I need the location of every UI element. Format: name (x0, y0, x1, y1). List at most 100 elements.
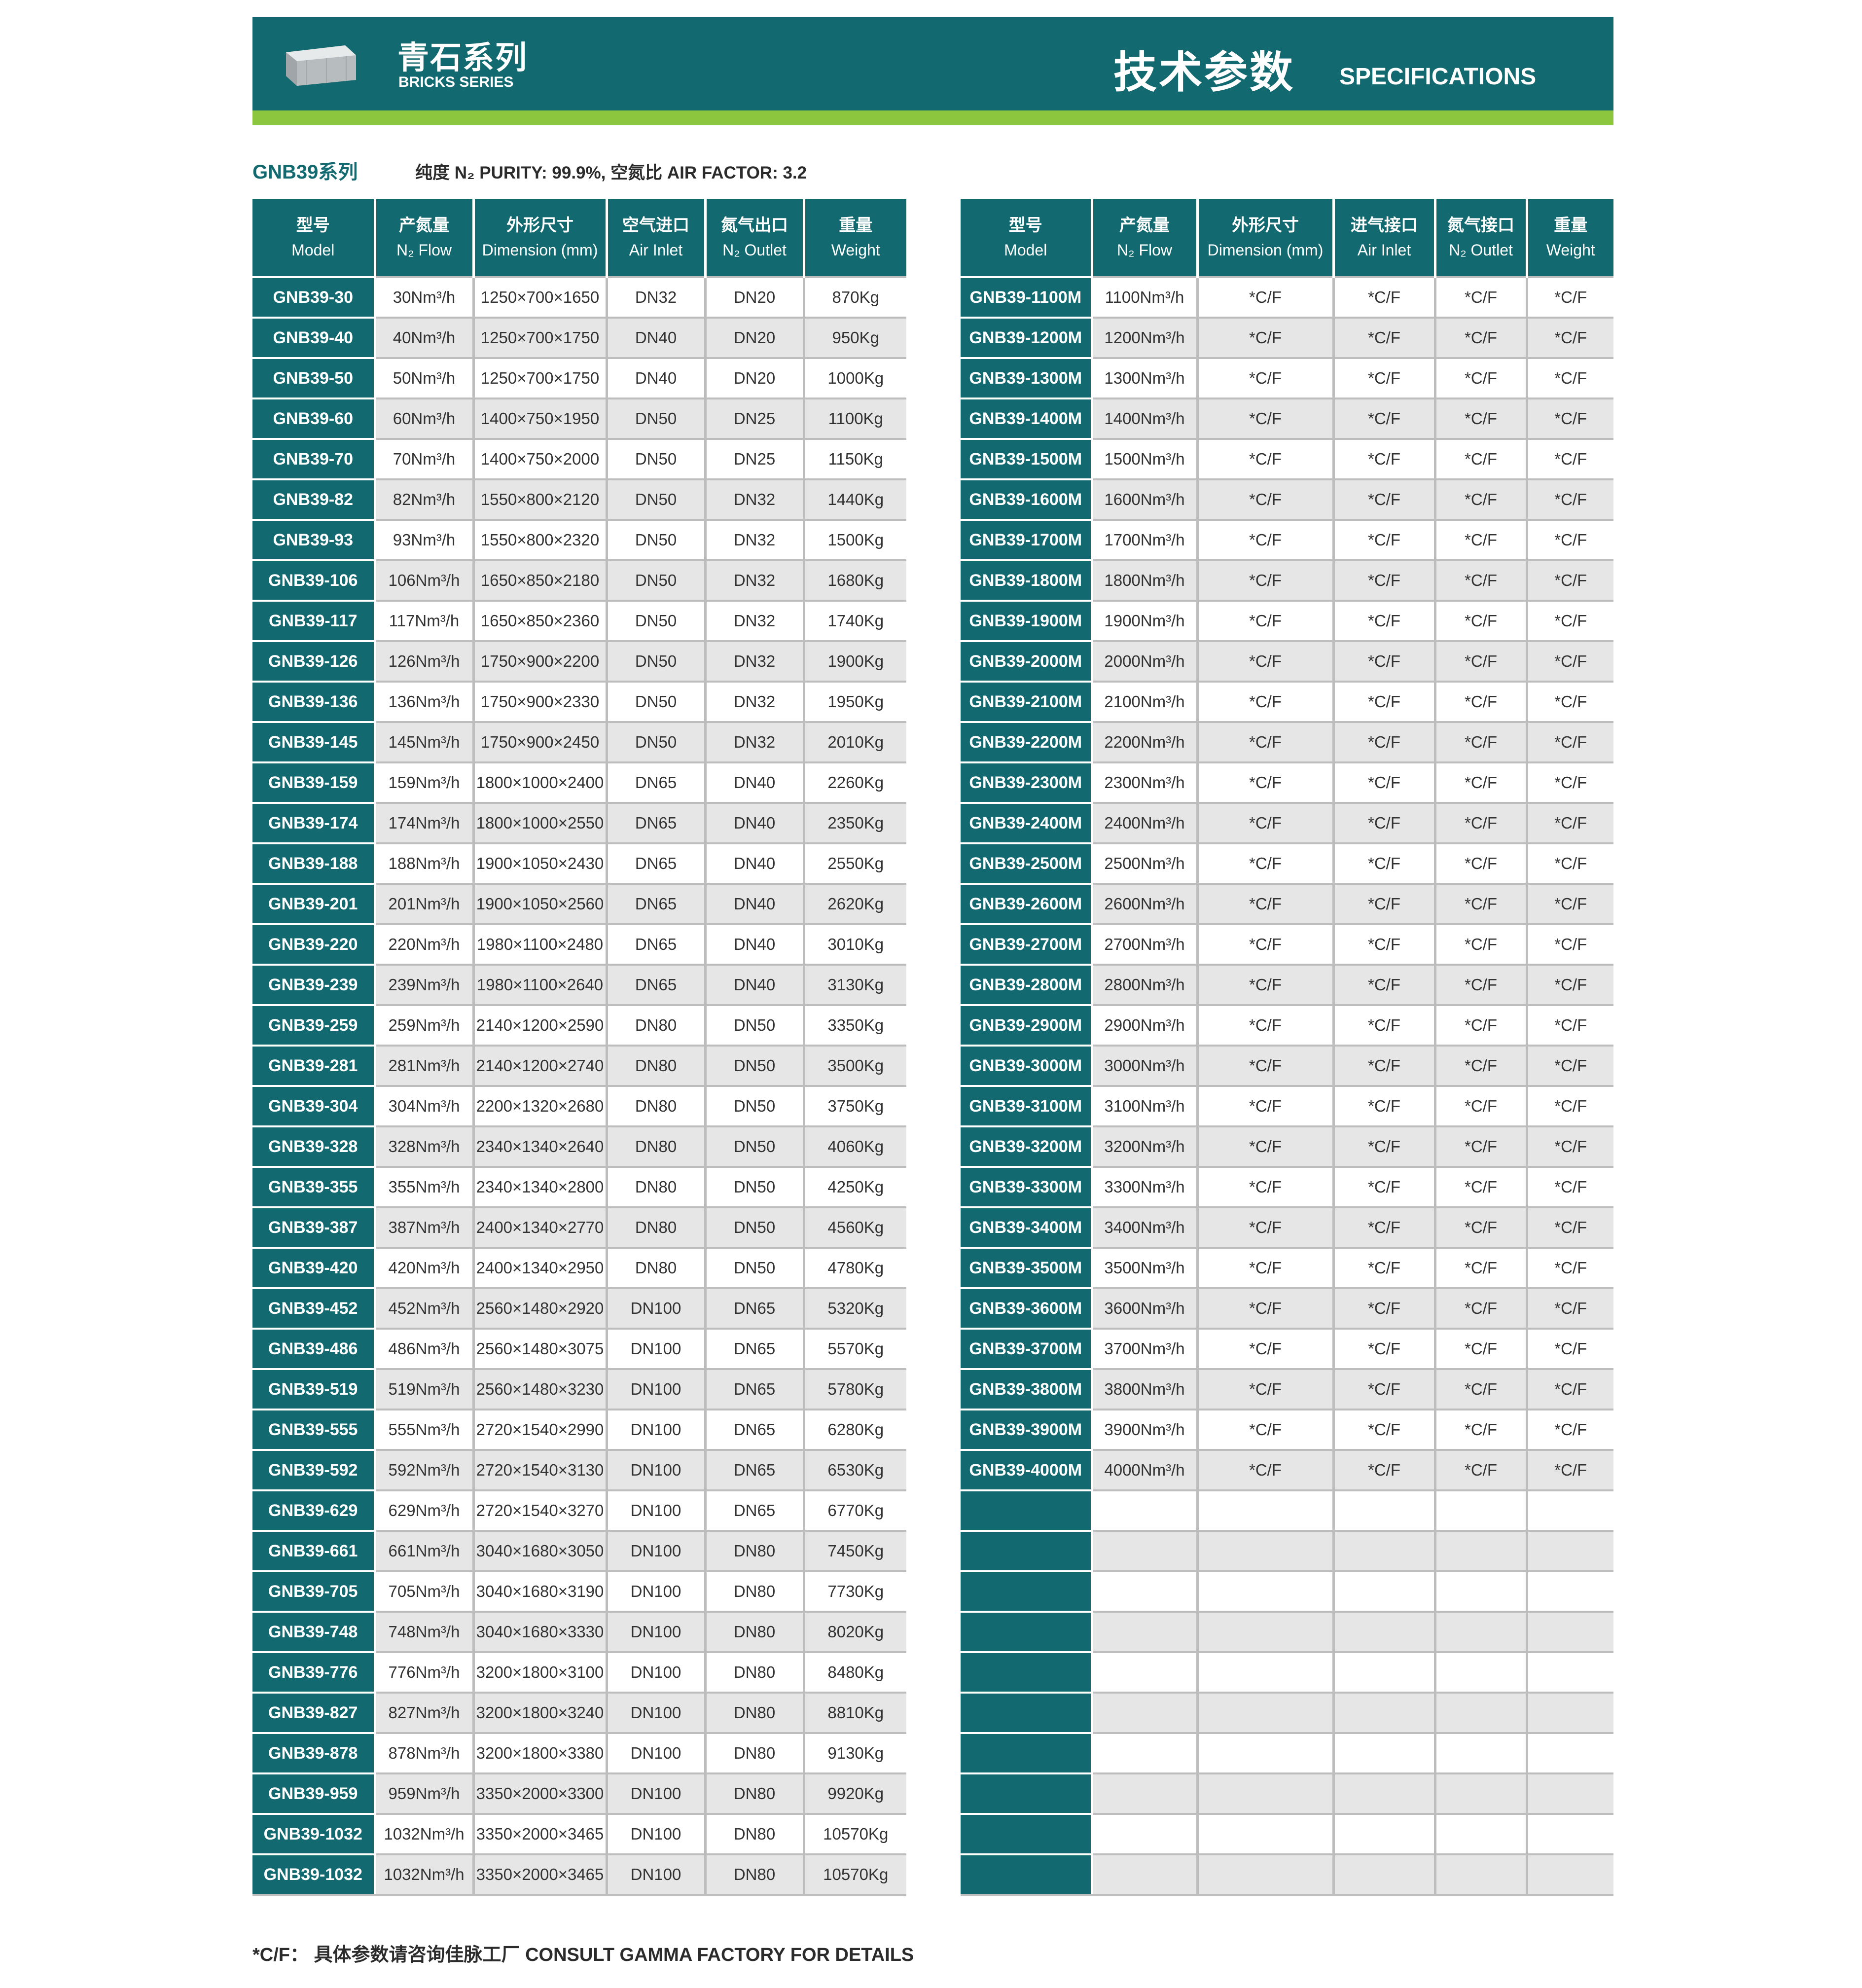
model-cell: GNB39-592 (252, 1449, 376, 1490)
table-cell: DN80 (607, 1125, 707, 1167)
table-cell: *C/F (1197, 1287, 1335, 1329)
table-row: GNB39-159 159Nm³/h 1800×1000×2400 DN65 DN40 2… (252, 761, 906, 803)
table-cell: 4250Kg (804, 1166, 906, 1207)
table-cell: *C/F (1333, 1409, 1436, 1450)
column-header-cn: 氮气出口 (721, 216, 788, 235)
table-cell: *C/F (1197, 1328, 1335, 1369)
table-row: GNB39-40 40Nm³/h 1250×700×1750 DN40 DN20 950K… (252, 317, 906, 358)
model-cell: GNB39-82 (252, 478, 376, 520)
table-cell: DN50 (705, 1166, 805, 1207)
table-row: GNB39-661 661Nm³/h 3040×1680×3050 DN100 DN80… (252, 1530, 906, 1571)
column-header: 氮气接口 N₂ Outlet (1435, 199, 1528, 277)
table-cell (1197, 1853, 1335, 1896)
model-cell: GNB39-239 (252, 964, 376, 1005)
column-header: 产氮量 N₂ Flow (375, 199, 475, 277)
table-cell: 4000Nm³/h (1092, 1449, 1199, 1490)
table-cell: 2140×1200×2740 (473, 1045, 608, 1086)
series-title: GNB39系列 (252, 161, 358, 183)
table-cell: DN40 (705, 923, 805, 965)
table-cell: *C/F (1435, 276, 1528, 318)
table-cell: 1250×700×1650 (473, 276, 608, 318)
table-cell: *C/F (1435, 802, 1528, 843)
model-cell: GNB39-50 (252, 357, 376, 398)
table-cell: 3200×1800×3240 (473, 1692, 608, 1733)
table-cell (1333, 1530, 1436, 1571)
table-cell: DN80 (705, 1772, 805, 1814)
table-cell: DN65 (705, 1409, 805, 1450)
table-cell: 878Nm³/h (375, 1732, 475, 1773)
table-row: GNB39-1032 1032Nm³/h 3350×2000×3465 DN100 DN… (252, 1853, 906, 1896)
table-cell: 1032Nm³/h (375, 1813, 475, 1854)
table-cell: *C/F (1435, 478, 1528, 520)
model-cell: GNB39-30 (252, 276, 376, 318)
table-cell: DN40 (705, 802, 805, 843)
table-cell: 328Nm³/h (375, 1125, 475, 1167)
table-cell: *C/F (1197, 276, 1335, 318)
model-cell: GNB39-420 (252, 1247, 376, 1288)
table-cell: 1250×700×1750 (473, 317, 608, 358)
table-cell: *C/F (1333, 1045, 1436, 1086)
model-cell: GNB39-1400M (961, 398, 1093, 439)
column-header: 氮气出口 N₂ Outlet (705, 199, 805, 277)
table-cell (1527, 1732, 1613, 1773)
table-cell: 3700Nm³/h (1092, 1328, 1199, 1369)
table-row: GNB39-387 387Nm³/h 2400×1340×2770 DN80 DN50 4… (252, 1206, 906, 1248)
table-cell (1092, 1732, 1199, 1773)
table-cell: 4560Kg (804, 1206, 906, 1248)
table-cell: DN32 (705, 600, 805, 641)
table-cell: DN50 (607, 640, 707, 682)
model-cell: GNB39-40 (252, 317, 376, 358)
table-cell: 9920Kg (804, 1772, 906, 1814)
table-cell: DN50 (705, 1247, 805, 1288)
table-cell: *C/F (1197, 1247, 1335, 1288)
table-cell: DN25 (705, 398, 805, 439)
table-cell: *C/F (1197, 802, 1335, 843)
table-cell: 136Nm³/h (375, 681, 475, 722)
table-row: GNB39-2500M 2500Nm³/h *C/F *C/F *C/F *C/F (961, 842, 1613, 884)
table-cell: 2720×1540×3130 (473, 1449, 608, 1490)
table-cell: 1600Nm³/h (1092, 478, 1199, 520)
table-cell (1435, 1611, 1528, 1652)
table-cell: 1500Kg (804, 519, 906, 560)
table-cell: DN100 (607, 1813, 707, 1854)
column-header-cn: 空气进口 (622, 216, 689, 235)
table-cell: *C/F (1435, 519, 1528, 560)
table-row: GNB39-2300M 2300Nm³/h *C/F *C/F *C/F *C/F (961, 761, 1613, 803)
table-row: GNB39-776 776Nm³/h 3200×1800×3100 DN100 DN80… (252, 1651, 906, 1693)
column-header-en: N₂ Outlet (722, 241, 787, 259)
table-cell: 188Nm³/h (375, 842, 475, 884)
table-cell: 1000Kg (804, 357, 906, 398)
table-row: GNB39-50 50Nm³/h 1250×700×1750 DN40 DN20 1000… (252, 357, 906, 398)
column-header-en: N₂ Outlet (1449, 241, 1513, 259)
table-cell: *C/F (1197, 317, 1335, 358)
model-cell: GNB39-126 (252, 640, 376, 682)
table-cell: *C/F (1333, 1166, 1436, 1207)
table-cell: 3350×2000×3465 (473, 1813, 608, 1854)
column-header: 重量 Weight (1527, 199, 1613, 277)
model-cell: GNB39-355 (252, 1166, 376, 1207)
table-cell: *C/F (1527, 1125, 1613, 1167)
table-cell: *C/F (1527, 1247, 1613, 1288)
table-cell: *C/F (1197, 398, 1335, 439)
table-cell: *C/F (1333, 721, 1436, 762)
table-cell (1527, 1530, 1613, 1571)
model-cell: GNB39-2600M (961, 883, 1093, 924)
table-cell: DN50 (607, 681, 707, 722)
table-cell: 1100Nm³/h (1092, 276, 1199, 318)
table-cell (1527, 1853, 1613, 1896)
table-cell: DN100 (607, 1489, 707, 1531)
table-cell: 1650×850×2180 (473, 559, 608, 601)
model-cell (961, 1489, 1093, 1531)
table-cell: *C/F (1435, 1206, 1528, 1248)
table-cell: 3500Nm³/h (1092, 1247, 1199, 1288)
table-cell: DN65 (705, 1287, 805, 1329)
table-cell: 1750×900×2450 (473, 721, 608, 762)
table-cell (1092, 1489, 1199, 1531)
table-cell: *C/F (1333, 600, 1436, 641)
table-cell (1435, 1530, 1528, 1571)
table-cell (1435, 1489, 1528, 1531)
table-cell: 1680Kg (804, 559, 906, 601)
column-header: 外形尺寸 Dimension (mm) (473, 199, 608, 277)
table-cell: *C/F (1435, 1368, 1528, 1410)
table-row: GNB39-82 82Nm³/h 1550×800×2120 DN50 DN32 1440… (252, 478, 906, 520)
